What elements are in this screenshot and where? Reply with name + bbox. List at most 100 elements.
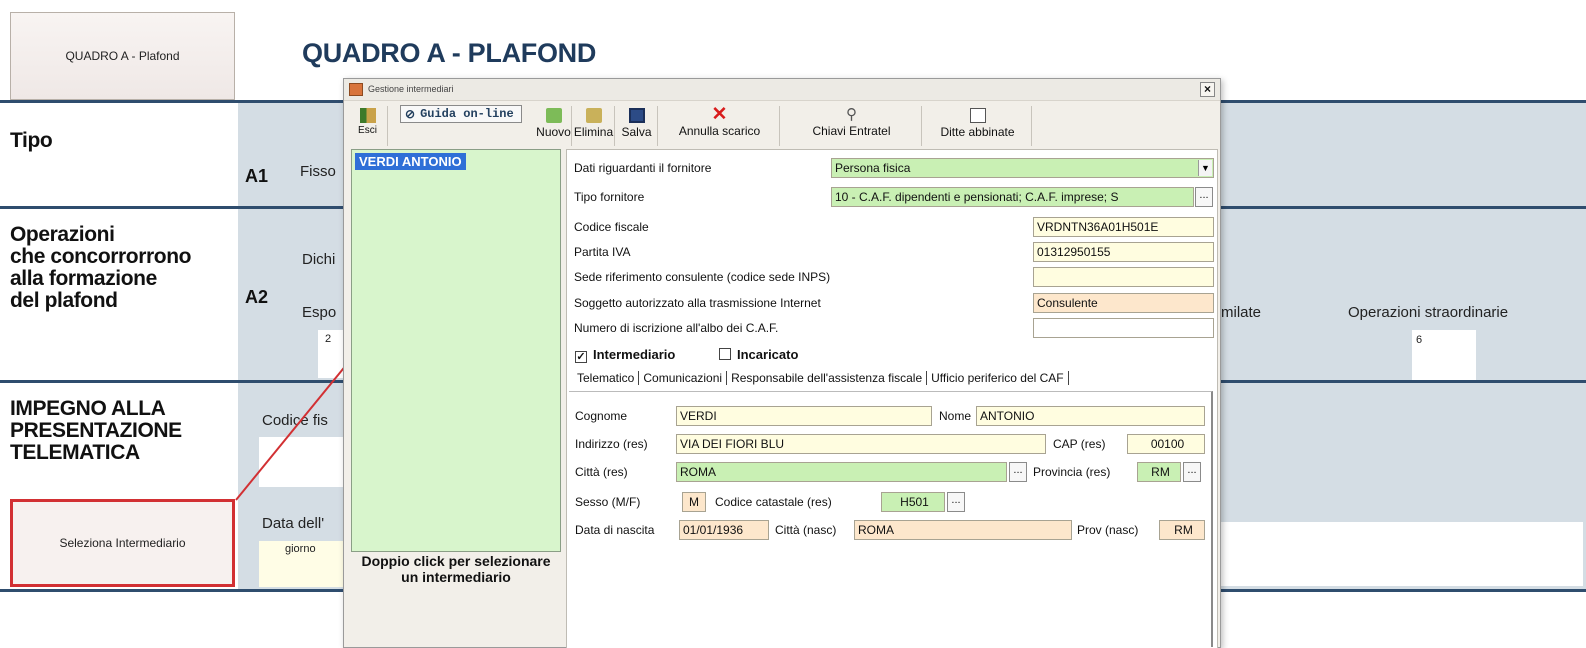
dati-fornitore-value: Persona fisica <box>835 161 911 175</box>
list-hint: Doppio click per selezionare un intermed… <box>361 553 551 585</box>
label-cognome: Cognome <box>575 409 628 423</box>
label-dichi: Dichi <box>302 251 336 268</box>
quadro-a-button[interactable]: QUADRO A - Plafond <box>10 12 235 100</box>
list-item[interactable]: VERDI ANTONIO <box>355 153 466 170</box>
ditte-label: Ditte abbinate <box>940 125 1015 139</box>
esci-button[interactable]: Esci <box>348 106 388 146</box>
section-title-operazioni: Operazioni che concorrorrono alla formaz… <box>10 223 192 312</box>
incaricato-checkbox[interactable]: Incaricato <box>719 347 798 362</box>
espo-value: 2 <box>325 333 332 345</box>
dati-fornitore-select[interactable]: Persona fisica ▼ <box>831 158 1214 178</box>
save-icon <box>628 108 645 123</box>
chiavi-label: Chiavi Entratel <box>812 124 891 138</box>
label-data-dell: Data dell' <box>262 515 325 532</box>
telematico-tab-panel: Cognome VERDI Nome ANTONIO Indirizzo (re… <box>569 391 1213 647</box>
dialog-toolbar: Esci ⊘ Guida on-line Nuovo Elimina Salva… <box>344 102 1220 147</box>
intermediari-list[interactable]: VERDI ANTONIO <box>351 149 561 552</box>
exit-icon <box>359 108 376 123</box>
label-soggetto-autorizzato: Soggetto autorizzato alla trasmissione I… <box>574 296 821 310</box>
citta-res-lookup-button[interactable]: ... <box>1009 462 1027 482</box>
sesso-field[interactable]: M <box>682 492 706 512</box>
label-citta-nasc: Città (nasc) <box>775 523 837 537</box>
label-data-nascita: Data di nascita <box>575 523 655 537</box>
code-a1: A1 <box>245 166 269 186</box>
operazioni-straordinarie-value: 6 <box>1416 334 1423 346</box>
label-indirizzo: Indirizzo (res) <box>575 437 648 451</box>
seleziona-intermediario-button[interactable]: Seleziona Intermediario <box>10 499 235 587</box>
codice-fiscale-input[interactable] <box>259 437 344 487</box>
citta-res-field[interactable]: ROMA <box>676 462 1007 482</box>
label-numero-iscrizione: Numero di iscrizione all'albo dei C.A.F. <box>574 321 779 335</box>
elimina-button[interactable]: Elimina <box>573 106 615 146</box>
soggetto-autorizzato-field[interactable]: Consulente <box>1033 293 1214 313</box>
chiavi-entratel-button[interactable]: ⚲ Chiavi Entratel <box>782 106 922 146</box>
label-operazioni-straordinarie: Operazioni straordinarie <box>1348 304 1509 321</box>
guida-online-button[interactable]: ⊘ Guida on-line <box>400 105 522 123</box>
label-milate: milate <box>1221 304 1262 321</box>
dialog-titlebar: Gestione intermediari × <box>344 79 1220 101</box>
detail-panel: Dati riguardanti il fornitore Persona fi… <box>566 149 1218 648</box>
nome-field[interactable]: ANTONIO <box>976 406 1205 426</box>
cancel-icon: ✕ <box>711 104 728 125</box>
nuovo-label: Nuovo <box>536 125 571 139</box>
indirizzo-field[interactable]: VIA DEI FIORI BLU <box>676 434 1046 454</box>
elimina-label: Elimina <box>573 125 614 139</box>
cognome-field[interactable]: VERDI <box>676 406 932 426</box>
incaricato-label: Incaricato <box>737 347 799 362</box>
tab-comunicazioni[interactable]: Comunicazioni <box>639 371 728 385</box>
section-title-tipo: Tipo <box>10 129 53 152</box>
label-sede-riferimento: Sede riferimento consulente (codice sede… <box>574 270 831 284</box>
nuovo-button[interactable]: Nuovo <box>536 106 572 146</box>
provincia-lookup-button[interactable]: ... <box>1183 462 1201 482</box>
label-giorno: giorno <box>285 543 316 555</box>
window-icon <box>969 108 986 123</box>
intermediario-label: Intermediario <box>593 347 676 362</box>
section-title-impegno: IMPEGNO ALLA PRESENTAZIONE TELEMATICA <box>10 397 182 464</box>
cap-field[interactable]: 00100 <box>1127 434 1205 454</box>
key-icon: ⚲ <box>846 106 857 123</box>
label-espo: Espo <box>302 304 337 321</box>
annulla-label: Annulla scarico <box>678 124 761 138</box>
label-tipo-fornitore: Tipo fornitore <box>574 190 645 204</box>
tab-ufficio-periferico[interactable]: Ufficio periferico del CAF <box>927 371 1069 385</box>
prov-nasc-field[interactable]: RM <box>1159 520 1205 540</box>
label-partita-iva: Partita IVA <box>574 245 631 259</box>
app-icon <box>349 83 363 96</box>
salva-button[interactable]: Salva <box>616 106 658 146</box>
label-provincia: Provincia (res) <box>1033 465 1111 479</box>
tab-bar: Telematico Comunicazioni Responsabile dell… <box>573 371 1069 389</box>
tab-responsabile[interactable]: Responsabile dell'assistenza fiscale <box>727 371 928 385</box>
codice-catastale-field[interactable]: H501 <box>881 492 945 512</box>
gestione-intermediari-dialog: Gestione intermediari × Esci ⊘ Guida on-… <box>343 78 1221 648</box>
label-codice-fiscale: Codice fiscale <box>574 220 649 234</box>
ditte-abbinate-button[interactable]: Ditte abbinate <box>924 106 1032 146</box>
guida-label: Guida on-line <box>420 107 514 121</box>
citta-nasc-field[interactable]: ROMA <box>854 520 1072 540</box>
new-icon <box>545 108 562 123</box>
close-icon[interactable]: × <box>1200 82 1215 97</box>
data-impegno-box[interactable] <box>1221 522 1583 586</box>
tipo-fornitore-lookup-button[interactable]: ... <box>1195 187 1213 207</box>
chevron-down-icon[interactable]: ▼ <box>1198 160 1212 176</box>
label-sesso: Sesso (M/F) <box>575 495 641 509</box>
label-codice-fis: Codice fis <box>262 412 328 429</box>
label-dati-fornitore: Dati riguardanti il fornitore <box>574 161 712 175</box>
label-nome: Nome <box>939 409 972 423</box>
codice-catastale-lookup-button[interactable]: ... <box>947 492 965 512</box>
salva-label: Salva <box>621 125 652 139</box>
label-citta-res: Città (res) <box>575 465 628 479</box>
tipo-fornitore-field[interactable]: 10 - C.A.F. dipendenti e pensionati; C.A… <box>831 187 1194 207</box>
codice-fiscale-field[interactable]: VRDNTN36A01H501E <box>1033 217 1214 237</box>
code-a2: A2 <box>245 287 269 307</box>
numero-iscrizione-field[interactable] <box>1033 318 1214 338</box>
delete-icon <box>585 108 602 123</box>
partita-iva-field[interactable]: 01312950155 <box>1033 242 1214 262</box>
intermediario-checkbox[interactable]: ✓ Intermediario <box>575 347 675 363</box>
annulla-scarico-button[interactable]: ✕ Annulla scarico <box>660 104 780 146</box>
tab-telematico[interactable]: Telematico <box>573 371 640 385</box>
provincia-field[interactable]: RM <box>1137 462 1181 482</box>
data-nascita-field[interactable]: 01/01/1936 <box>679 520 769 540</box>
sede-riferimento-field[interactable] <box>1033 267 1214 287</box>
label-cap: CAP (res) <box>1053 437 1106 451</box>
label-prov-nasc: Prov (nasc) <box>1077 523 1139 537</box>
